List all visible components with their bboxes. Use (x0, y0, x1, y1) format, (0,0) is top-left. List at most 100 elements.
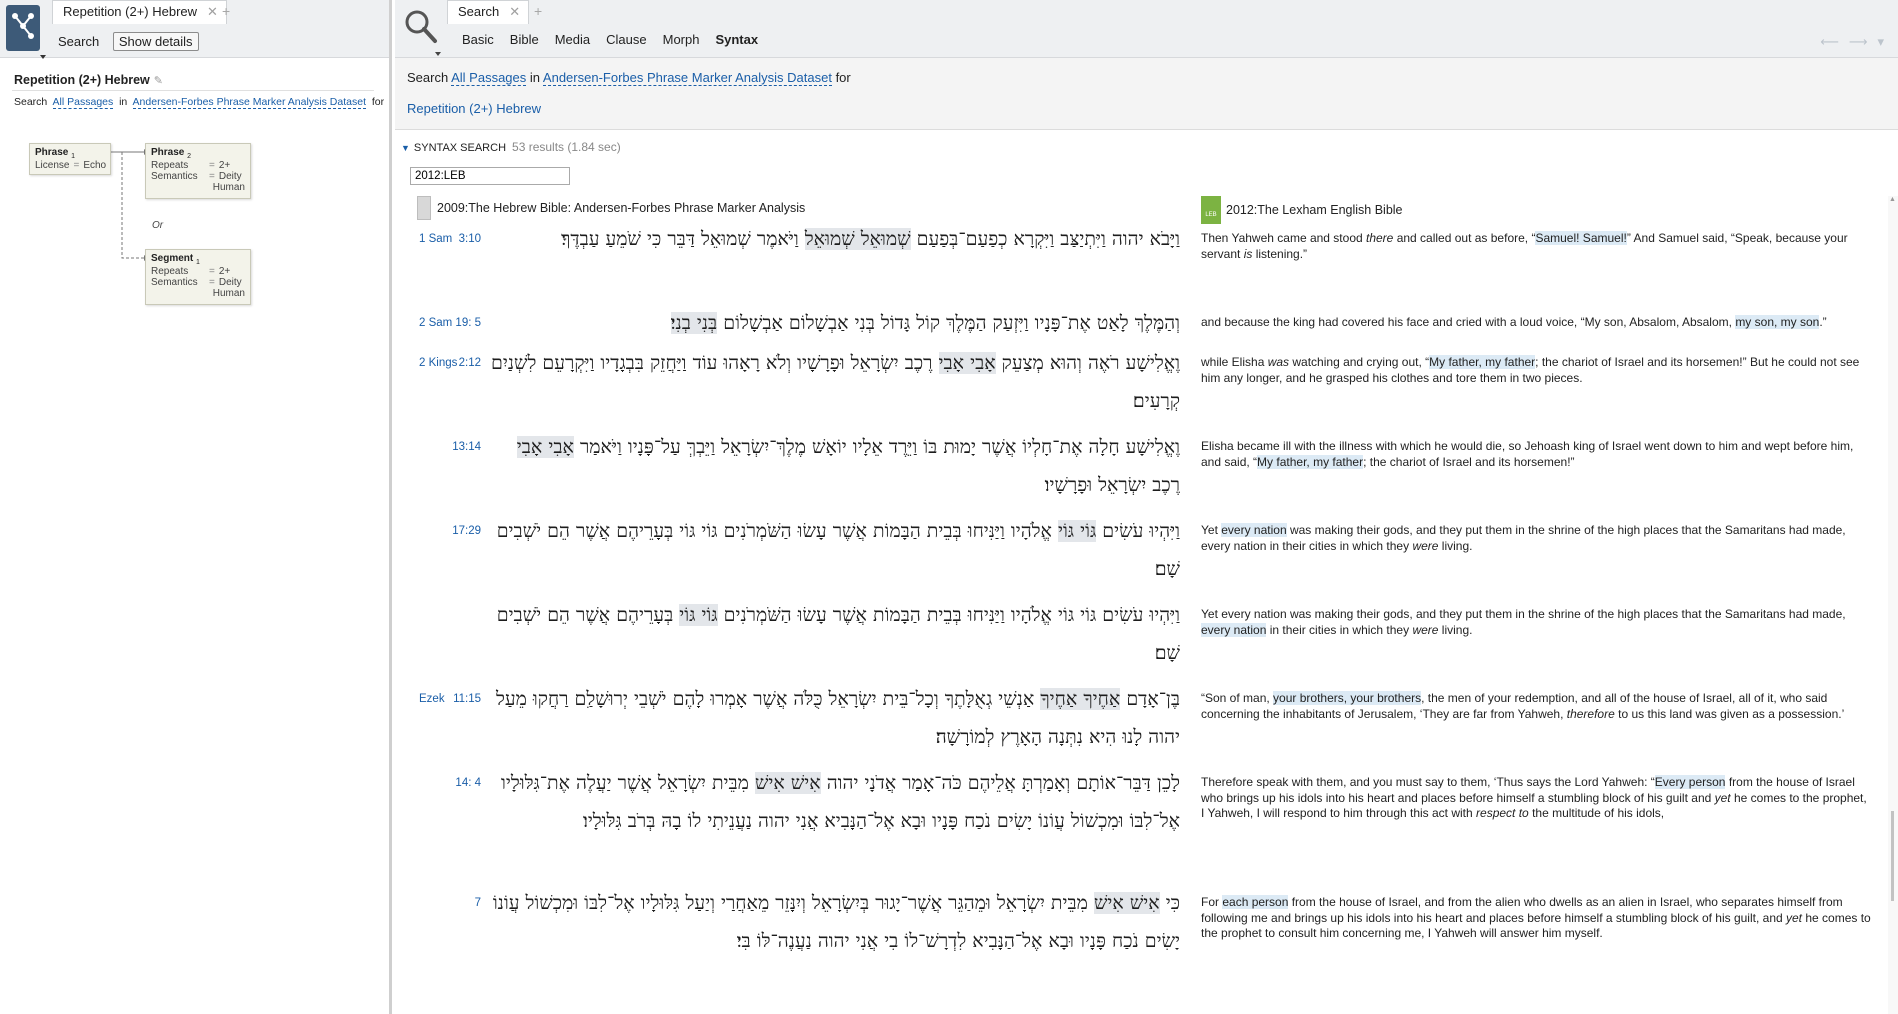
tab-label: Search (458, 4, 500, 19)
english-match-highlight: My father, my father (1257, 454, 1364, 469)
node-title: Phrase 2 (151, 147, 245, 160)
reference-verse[interactable]: 3:10 (449, 233, 481, 245)
results-header[interactable]: ▼ SYNTAX SEARCH 53 results (1.84 sec) (401, 140, 621, 154)
query-scope: Search All Passages in Andersen-Forbes P… (407, 70, 851, 86)
back-arrow-icon[interactable]: ⟵ (1820, 34, 1849, 49)
scrollbar[interactable]: ▲ (1888, 196, 1898, 1014)
english-segment: and called out as before, “ (1393, 231, 1536, 245)
english-segment: were (1412, 538, 1439, 553)
english-text: For each person from the house of Israel… (1201, 895, 1871, 942)
book-badge: LEB (1205, 212, 1217, 218)
reference-verse[interactable]: 14: 4 (449, 777, 481, 789)
node-key: License (35, 160, 70, 171)
hebrew-segment: וַיִּהְיוּ עֹשִׂים (1096, 520, 1180, 542)
section-label: SYNTAX SEARCH (413, 142, 507, 154)
reference-book[interactable]: Ezek (419, 693, 445, 705)
forward-arrow-icon[interactable]: ⟶ (1849, 34, 1878, 49)
reference-book[interactable]: 2 Sam (419, 317, 452, 329)
tab-morph[interactable]: Morph (663, 32, 700, 47)
english-text: Yet every nation was making their gods, … (1201, 523, 1871, 554)
node-key: Semantics (151, 277, 198, 288)
english-segment: For (1201, 895, 1223, 909)
english-segment: living. (1438, 538, 1473, 553)
dataset-link[interactable]: Andersen-Forbes Phrase Marker Analysis D… (542, 70, 832, 86)
english-segment: therefore (1566, 706, 1615, 721)
search-app-icon[interactable] (403, 8, 441, 56)
history-nav: ⟵⟶▾ (1820, 34, 1884, 50)
hebrew-text: וַיִּהְיוּ עֹשִׂים גּוֹי גּוֹי אֱלֹהָיו … (485, 596, 1180, 672)
tab-search[interactable]: Search ✕ (447, 0, 530, 24)
book-icon (417, 196, 431, 220)
reference-verse[interactable]: 2:12 (449, 357, 481, 369)
reference-verse[interactable]: 7 (449, 897, 481, 909)
node-key: Repeats (151, 160, 189, 171)
hebrew-match-highlight: אָבִי אָבִי (938, 352, 996, 374)
close-icon[interactable]: ✕ (509, 4, 520, 19)
tab-clause[interactable]: Clause (606, 32, 646, 47)
node-value: Deity (218, 277, 242, 288)
hebrew-text: וַיִּהְיוּ עֹשִׂים גּוֹי גּוֹי אֱלֹהָיו … (485, 512, 1180, 588)
passages-link[interactable]: All Passages (451, 70, 527, 86)
hebrew-text: וֶאֱלִישָׁע חָלָה אֶת־חָלְיוֹ אֲשֶׁר יָמ… (485, 428, 1180, 504)
english-match-highlight: each person (1222, 895, 1289, 909)
hebrew-text: וֶאֱלִישָׁע רֹאֶה וְהוּא מְצַעֵק אָבִי א… (485, 344, 1180, 420)
hebrew-text: וַיָּבֹא יהוה וַיִּתְיַצַּב וַיִּקְרָא כ… (485, 220, 1180, 258)
scrollbar-thumb[interactable] (1891, 811, 1894, 901)
add-tab-icon[interactable]: + (534, 3, 542, 19)
english-match-highlight: My father, my father (1429, 355, 1536, 369)
hebrew-text: לָכֵן דַּבֵּר־אוֹתָם וְאָמַרְתָּ אֲלֵיהֶ… (485, 764, 1180, 840)
english-segment: were (1412, 622, 1439, 637)
results-count: 53 results (1.84 sec) (512, 140, 621, 154)
english-segment: Then Yahweh came and stood (1201, 231, 1366, 245)
reference-verse[interactable]: 17:29 (449, 525, 481, 537)
hebrew-segment: לָכֵן דַּבֵּר־אוֹתָם וְאָמַרְתָּ אֲלֵיהֶ… (820, 772, 1180, 794)
node-value: Deity (218, 171, 242, 182)
hebrew-segment: רֶכֶב יִשְׂרָאֵל וּפָרָשָׁיו׃ (1044, 474, 1180, 496)
connector-line-dashed (121, 152, 144, 259)
search-pane-toolbar: Search ✕ + Basic Bible Media Clause Morph… (395, 0, 1898, 58)
compare-version-input[interactable] (410, 167, 570, 185)
reference-verse[interactable]: 11:15 (449, 693, 481, 705)
collapse-triangle-icon[interactable]: ▼ (401, 143, 410, 153)
column-header-hebrew[interactable]: 2009:The Hebrew Bible: Andersen-Forbes P… (417, 196, 805, 220)
node-phrase-2[interactable]: Phrase 2 Repeats=2+ Semantics=Deity =Hum… (145, 143, 251, 199)
english-segment: from the house of Israel, and from the a… (1201, 895, 1843, 925)
node-segment-1[interactable]: Segment 1 Repeats=2+ Semantics=Deity =Hu… (145, 249, 251, 305)
node-phrase-1[interactable]: Phrase 1 License = Echo (29, 143, 111, 175)
tab-basic[interactable]: Basic (462, 32, 494, 47)
tab-bible[interactable]: Bible (510, 32, 539, 47)
english-text: “Son of man, your brothers, your brother… (1201, 691, 1871, 722)
reference-verse[interactable]: 19: 5 (449, 317, 481, 329)
node-key: Repeats (151, 266, 189, 277)
english-text: Yet every nation was making their gods, … (1201, 607, 1871, 638)
hebrew-text: בֶּן־אָדָם אַחֶיךָ אַחֶיךָ אַנְשֵׁי גְאֻ… (485, 680, 1180, 756)
hebrew-segment: בֶּן־אָדָם (1120, 688, 1180, 710)
english-segment: while Elisha (1201, 355, 1268, 369)
column-header-english[interactable]: LEB 2012:The Lexham English Bible (1201, 196, 1403, 224)
english-segment: was (1267, 355, 1290, 369)
tab-media[interactable]: Media (555, 32, 590, 47)
reference-verse[interactable]: 13:14 (449, 441, 481, 453)
column-title: 2012:The Lexham English Bible (1226, 203, 1403, 217)
search-menu-caret-icon[interactable] (435, 52, 441, 56)
scroll-up-icon[interactable]: ▲ (1889, 196, 1896, 203)
search-icon (405, 10, 437, 43)
english-segment: listening.” (1252, 246, 1308, 261)
panel-menu-icon[interactable]: ▾ (1877, 34, 1884, 49)
english-segment: in their cities in which they (1266, 622, 1413, 637)
english-segment: ; the chariot of Israel and its horsemen… (1363, 454, 1575, 469)
tab-syntax[interactable]: Syntax (715, 32, 758, 47)
reference-book[interactable]: 1 Sam (419, 233, 452, 245)
query-name-link[interactable]: Repetition (2+) Hebrew (407, 101, 541, 116)
english-segment: Yet every nation was making their gods, … (1201, 607, 1846, 621)
node-value: Human (212, 182, 245, 193)
english-segment: was making their gods, and they put them… (1201, 523, 1846, 553)
node-value: Human (212, 288, 245, 299)
node-index: 1 (71, 153, 76, 160)
english-text: Elisha became ill with the illness with … (1201, 439, 1871, 470)
english-segment: respect to (1476, 806, 1529, 820)
english-segment: the multitude of his idols, (1528, 806, 1665, 820)
query-pane: Repetition (2+) Hebrew ✕ + Search Show de… (0, 0, 392, 1014)
node-title-text: Phrase (35, 147, 69, 158)
hebrew-match-highlight: שְׁמוּאֵל שְׁמוּאֵל (804, 228, 911, 250)
